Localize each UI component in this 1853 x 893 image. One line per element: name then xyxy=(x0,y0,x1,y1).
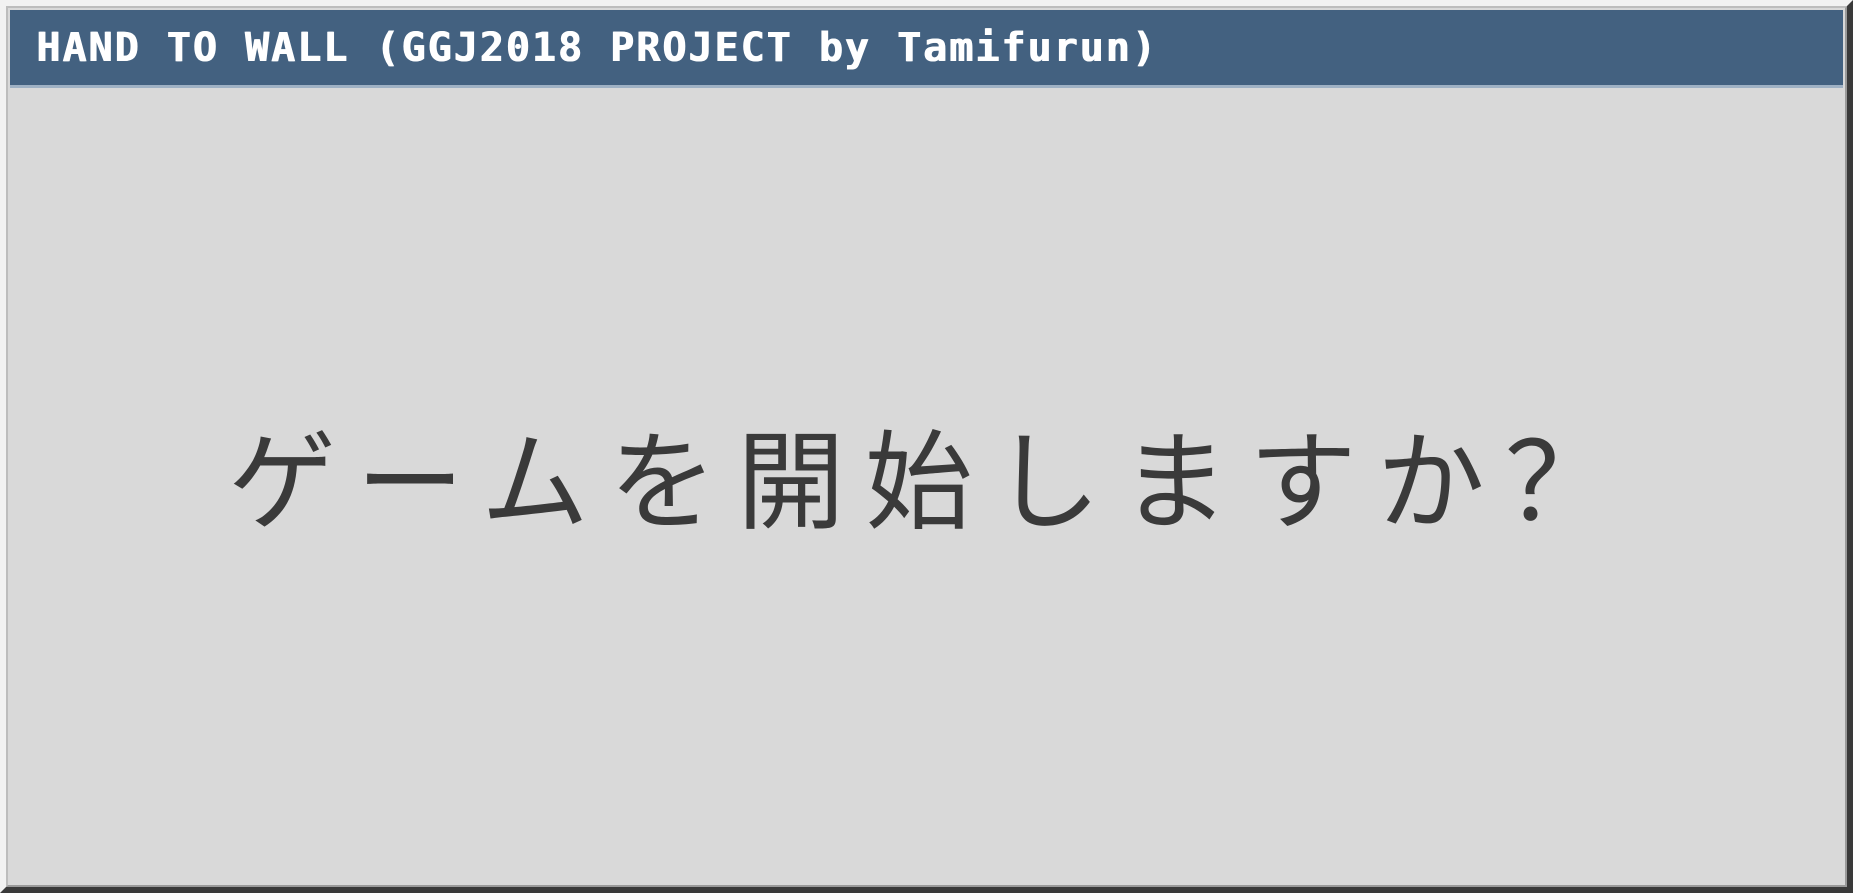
dialog-content[interactable]: ゲームを開始しますか？ xyxy=(10,88,1843,883)
game-window: HAND TO WALL (GGJ2018 PROJECT by Tamifur… xyxy=(0,0,1853,893)
start-game-prompt[interactable]: ゲームを開始しますか？ xyxy=(228,429,1633,538)
title-bar[interactable]: HAND TO WALL (GGJ2018 PROJECT by Tamifur… xyxy=(10,10,1843,88)
window-title: HAND TO WALL (GGJ2018 PROJECT by Tamifur… xyxy=(36,24,1158,71)
